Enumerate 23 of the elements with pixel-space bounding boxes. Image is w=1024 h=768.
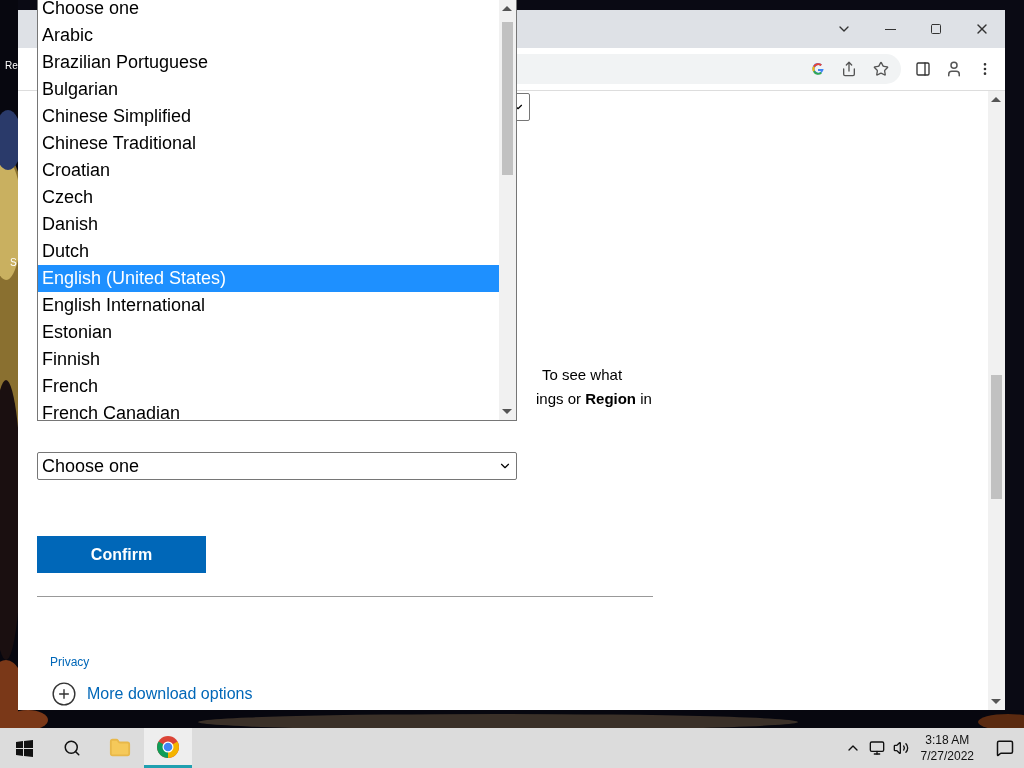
clock[interactable]: 3:18 AM 7/27/2022 [920, 732, 974, 764]
profile-icon[interactable] [945, 60, 963, 78]
search-icon[interactable] [63, 739, 81, 757]
more-download-options-link[interactable]: More download options [51, 681, 988, 707]
notice-text: ings or Region in [536, 389, 653, 409]
maximize-icon [930, 23, 942, 35]
confirm-button[interactable]: Confirm [37, 536, 206, 573]
scrollbar[interactable] [499, 0, 516, 420]
google-icon[interactable] [811, 62, 825, 76]
network-icon[interactable] [868, 740, 885, 756]
privacy-link[interactable]: Privacy [50, 655, 988, 669]
share-icon[interactable] [841, 61, 857, 77]
chrome-icon[interactable] [156, 734, 180, 759]
notification-icon[interactable] [996, 739, 1014, 757]
minimize-icon [884, 28, 896, 30]
scrollbar[interactable] [988, 91, 1005, 710]
plus-icon [51, 681, 77, 707]
volume-icon[interactable] [892, 740, 909, 756]
language-select[interactable]: Choose one [37, 452, 517, 480]
side-panel-icon[interactable] [915, 61, 931, 77]
notice-text: To see what [541, 365, 624, 385]
windows-icon[interactable] [15, 739, 33, 757]
star-icon[interactable] [873, 61, 889, 77]
